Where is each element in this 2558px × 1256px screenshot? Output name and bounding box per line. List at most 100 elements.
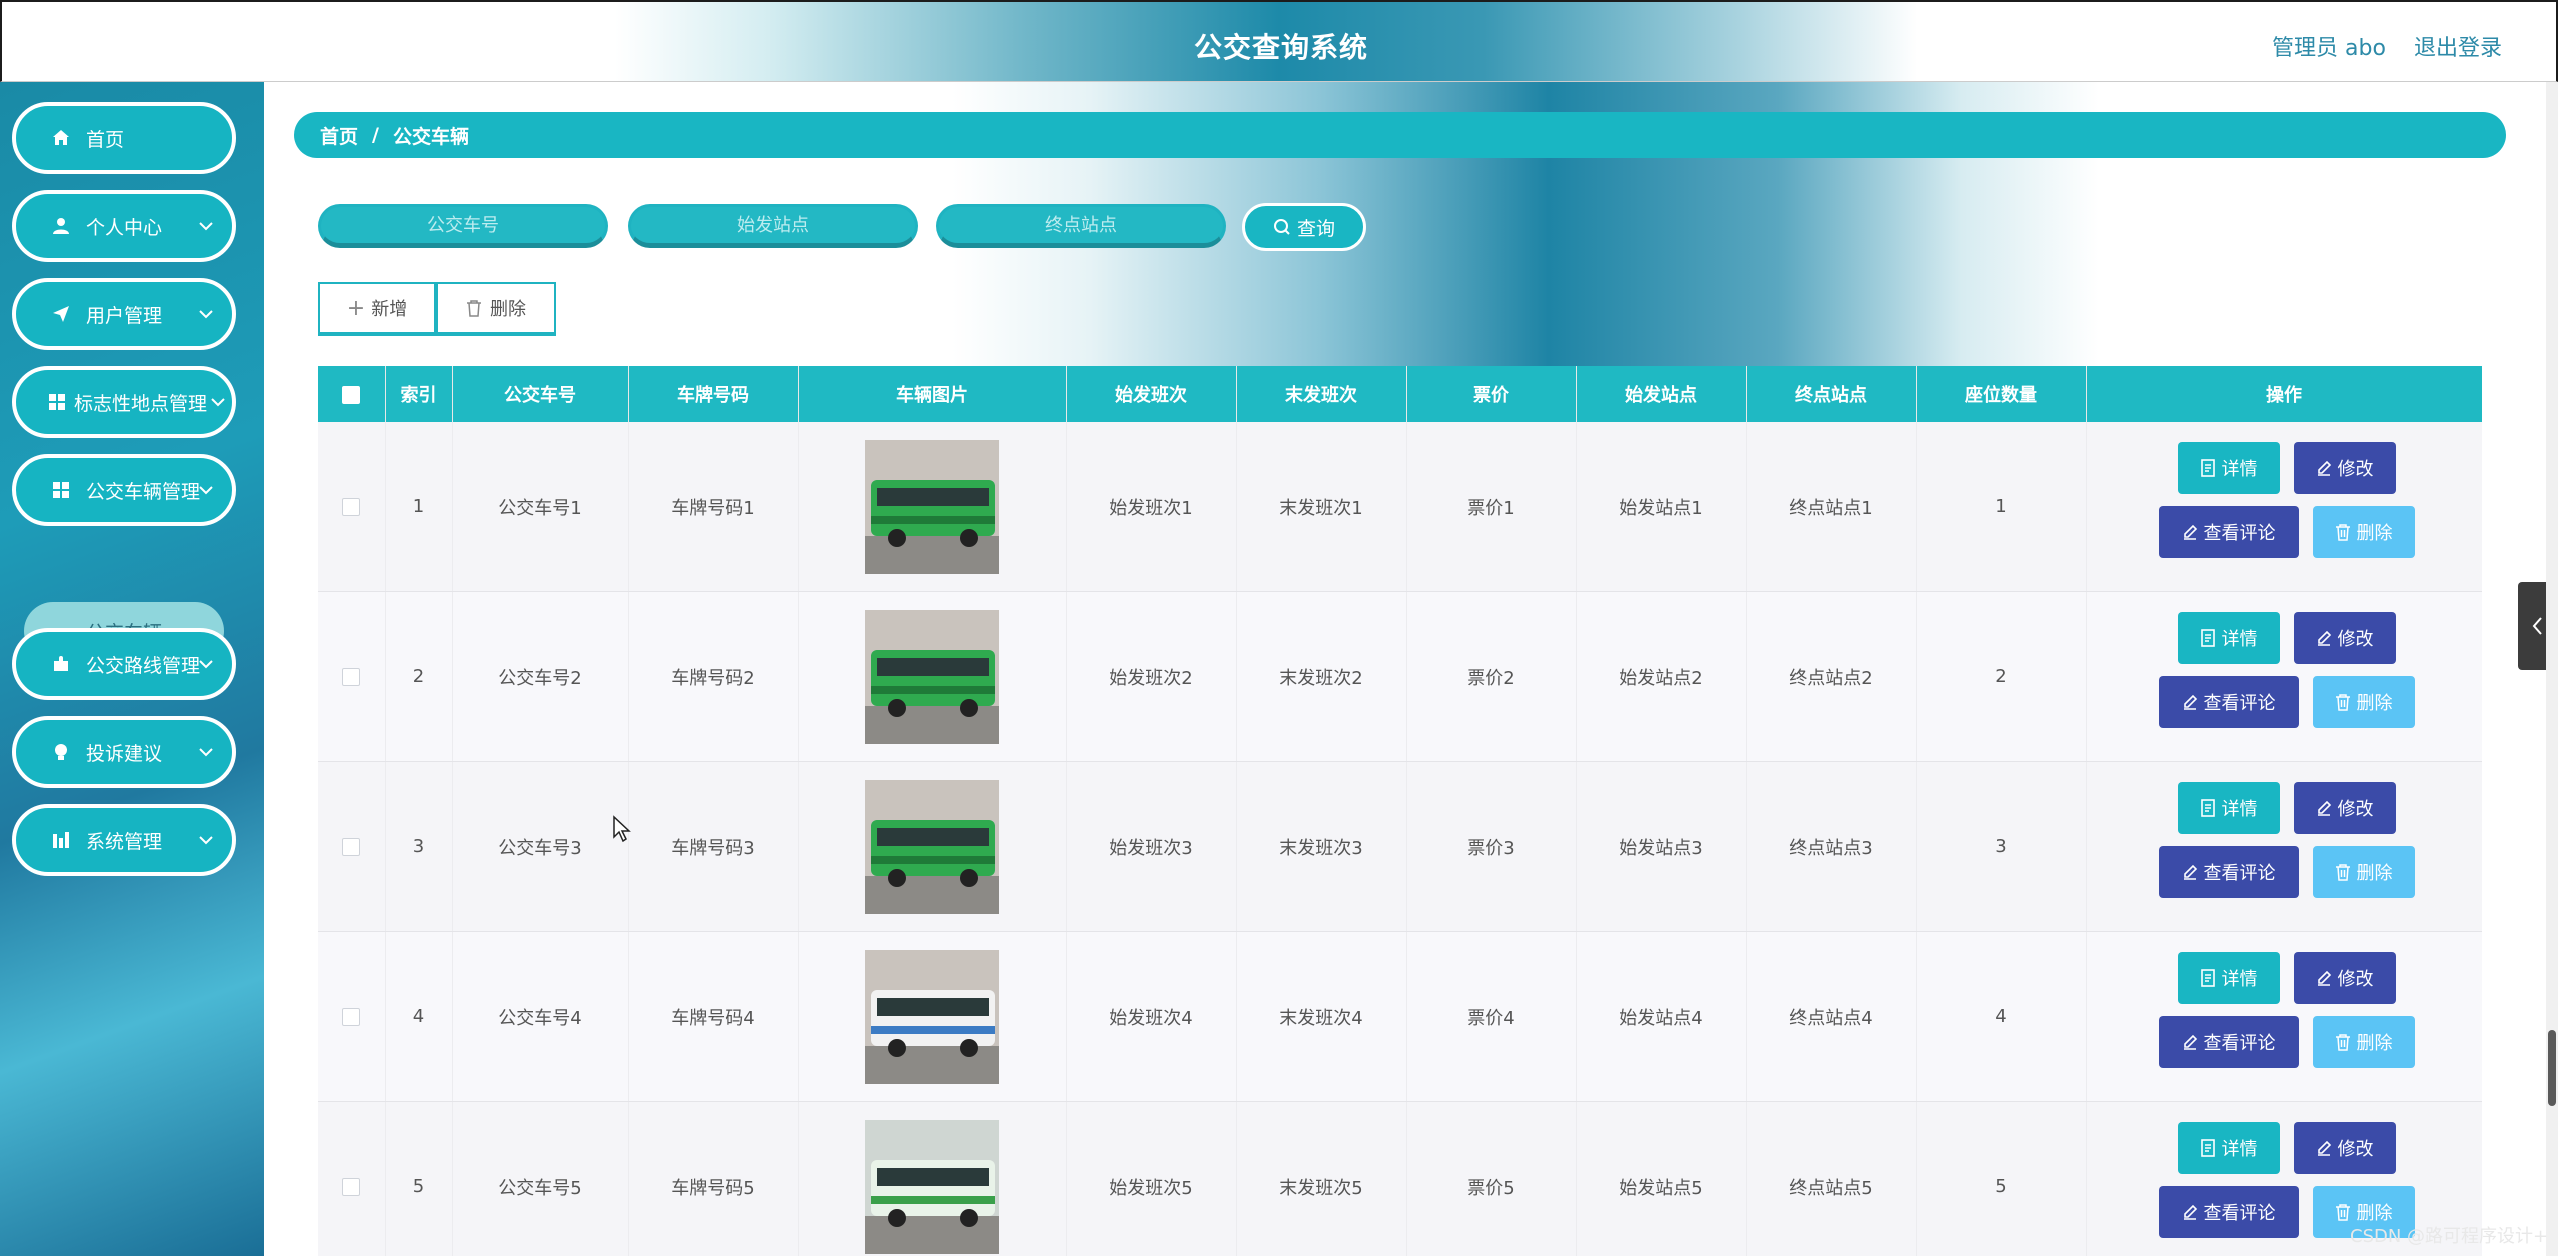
breadcrumb-current: 公交车辆 (392, 125, 469, 148)
edit-button[interactable]: 修改 (2293, 1121, 2396, 1174)
row-select-cell[interactable] (318, 591, 386, 762)
chevron-down-icon (211, 398, 225, 407)
table-cell-start: 始发站点1 (1576, 422, 1747, 592)
detail-label: 详情 (2221, 1138, 2258, 1160)
row-select-cell[interactable] (318, 1101, 386, 1256)
table-row: 3 公交车号3 车牌号码3 始发班次3 末发班次3 票价3 始发站点3 终点站点3 3 详情 修改查… (318, 761, 2482, 932)
watermark: CSDN @路可程序设计+ (2350, 1226, 2549, 1247)
table-cell-end: 终点站点1 (1746, 422, 1917, 592)
end-station-search-input[interactable] (936, 204, 1226, 248)
table-cell-start: 始发站点5 (1576, 1101, 1747, 1256)
sidebar-item-label: 公交车辆管理 (86, 480, 201, 503)
breadcrumb-home[interactable]: 首页 (320, 122, 358, 149)
document-icon (2200, 628, 2215, 647)
table-cell-seats: 3 (1916, 761, 2087, 932)
sidebar-item-label: 个人中心 (86, 216, 163, 239)
trash-icon (2335, 523, 2350, 541)
table-cell-plate: 车牌号码4 (628, 931, 799, 1102)
view-comments-button[interactable]: 查看评论 (2158, 845, 2299, 898)
view-comments-button[interactable]: 查看评论 (2158, 675, 2299, 728)
row-checkbox[interactable] (342, 1178, 361, 1196)
delete-button[interactable]: 删除 (2312, 1015, 2415, 1068)
home-icon (50, 127, 72, 149)
column-header: 操作 (2086, 366, 2482, 422)
detail-label: 详情 (2221, 458, 2258, 480)
start-station-search-input[interactable] (628, 204, 918, 248)
detail-button[interactable]: 详情 (2177, 1121, 2280, 1174)
table-cell-bus-no: 公交车号4 (452, 931, 629, 1102)
view-comments-button[interactable]: 查看评论 (2158, 505, 2299, 558)
edit-pen-icon (2183, 524, 2197, 540)
batch-delete-label: 删除 (490, 299, 526, 320)
row-checkbox[interactable] (342, 498, 361, 516)
document-icon (2200, 798, 2215, 817)
row-checkbox[interactable] (342, 668, 361, 686)
select-all-cell[interactable] (318, 366, 386, 422)
edit-label: 修改 (2337, 458, 2374, 480)
sidebar: 首页 个人中心 用户管理 标志性地点管理 公交车辆管理 公交车辆 公交路线管理 (0, 82, 264, 1256)
document-icon (2200, 458, 2215, 477)
scrollbar-thumb[interactable] (2548, 1030, 2556, 1106)
row-select-cell[interactable] (318, 761, 386, 932)
puzzle-icon (50, 653, 72, 675)
sidebar-item-personal-center[interactable]: 个人中心 (12, 190, 236, 262)
sidebar-item-bus-management[interactable]: 公交车辆管理 (12, 454, 236, 526)
sidebar-item-user-management[interactable]: 用户管理 (12, 278, 236, 350)
delete-label: 删除 (2356, 862, 2393, 884)
bus-image-cell (798, 931, 1067, 1102)
detail-button[interactable]: 详情 (2177, 441, 2280, 494)
bus-number-search-input[interactable] (318, 204, 608, 248)
delete-label: 删除 (2356, 522, 2393, 544)
column-header: 公交车号 (452, 366, 629, 422)
table-cell-last: 末发班次2 (1236, 591, 1407, 762)
edit-pen-icon (2317, 460, 2331, 476)
row-actions-cell: 详情 修改查看评论 删除 (2086, 931, 2482, 1102)
delete-button[interactable]: 删除 (2312, 845, 2415, 898)
detail-button[interactable]: 详情 (2177, 781, 2280, 834)
view-comments-button[interactable]: 查看评论 (2158, 1015, 2299, 1068)
table-cell-last: 末发班次5 (1236, 1101, 1407, 1256)
table-cell-start: 始发站点2 (1576, 591, 1747, 762)
sidebar-item-home[interactable]: 首页 (12, 102, 236, 174)
row-select-cell[interactable] (318, 422, 386, 592)
delete-label: 删除 (2356, 1202, 2393, 1224)
sidebar-item-route-management[interactable]: 公交路线管理 (12, 628, 236, 700)
select-all-checkbox[interactable] (342, 385, 361, 404)
app-title: 公交查询系统 (1193, 31, 1368, 64)
row-checkbox[interactable] (342, 838, 361, 856)
table-cell-last: 末发班次1 (1236, 422, 1407, 592)
logout-link[interactable]: 退出登录 (2414, 30, 2502, 62)
table-cell-plate: 车牌号码1 (628, 422, 799, 592)
edit-pen-icon (2317, 1140, 2331, 1156)
table-cell-plate: 车牌号码3 (628, 761, 799, 932)
edit-button[interactable]: 修改 (2293, 781, 2396, 834)
bus-photo (865, 609, 999, 744)
row-checkbox[interactable] (342, 1008, 361, 1026)
edit-button[interactable]: 修改 (2293, 611, 2396, 664)
trash-icon (2335, 1033, 2350, 1051)
add-button[interactable]: + 新增 (318, 282, 436, 336)
chevron-down-icon (199, 310, 213, 319)
sidebar-item-system-management[interactable]: 系统管理 (12, 804, 236, 876)
row-select-cell[interactable] (318, 931, 386, 1102)
sidebar-item-landmark-management[interactable]: 标志性地点管理 (12, 366, 236, 438)
detail-button[interactable]: 详情 (2177, 611, 2280, 664)
table-cell-plate: 车牌号码2 (628, 591, 799, 762)
column-header: 末发班次 (1236, 366, 1407, 422)
delete-button[interactable]: 删除 (2312, 505, 2415, 558)
edit-button[interactable]: 修改 (2293, 441, 2396, 494)
bus-photo (865, 779, 999, 914)
table-cell-index: 2 (385, 591, 453, 762)
search-button[interactable]: 查询 (1242, 203, 1366, 251)
chevron-down-icon (199, 222, 213, 231)
sidebar-item-complaints[interactable]: 投诉建议 (12, 716, 236, 788)
table-header-row: 索引 公交车号 车牌号码 车辆图片 始发班次 末发班次 票价 始发站点 终点站点… (318, 366, 2482, 422)
edit-pen-icon (2317, 800, 2331, 816)
edit-button[interactable]: 修改 (2293, 951, 2396, 1004)
detail-button[interactable]: 详情 (2177, 951, 2280, 1004)
batch-delete-button[interactable]: 删除 (436, 282, 556, 336)
table-cell-seats: 2 (1916, 591, 2087, 762)
delete-button[interactable]: 删除 (2312, 675, 2415, 728)
view-comments-label: 查看评论 (2203, 522, 2276, 544)
view-comments-button[interactable]: 查看评论 (2158, 1185, 2299, 1238)
